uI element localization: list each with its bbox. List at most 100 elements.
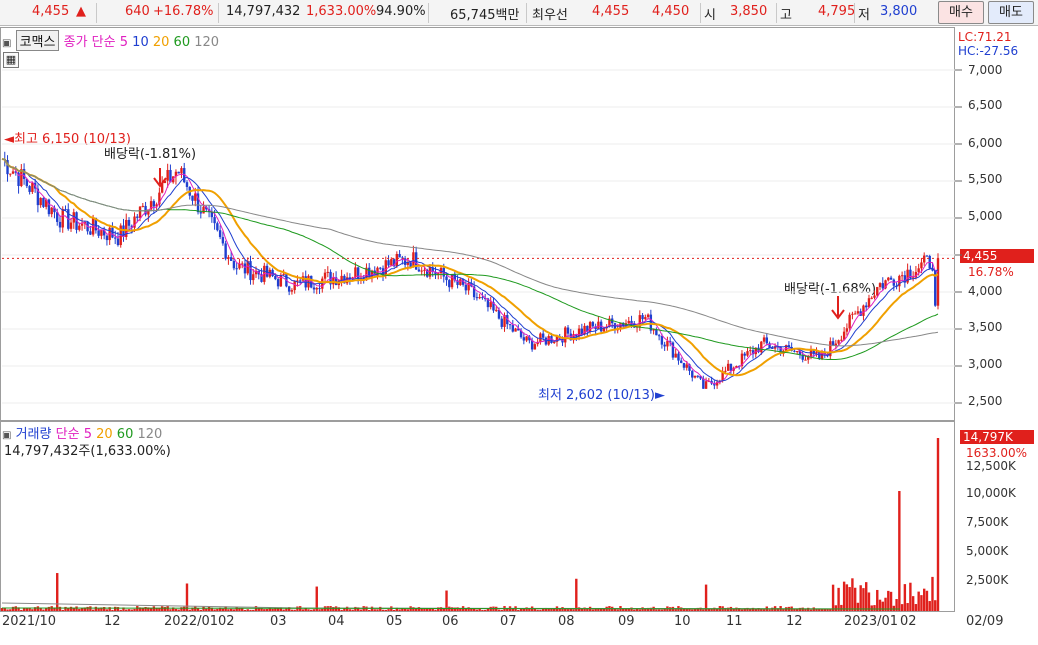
candle [533,344,537,350]
candle [660,335,664,345]
volume-bar [577,607,581,611]
candle [105,235,109,241]
volume-bar [78,609,81,611]
candle [274,276,277,280]
volume-bar [536,609,539,611]
candle [627,320,630,324]
candle [478,297,481,299]
candle [166,169,169,181]
candle [657,335,661,337]
candle [464,284,468,291]
candle [837,340,840,344]
volume-bar [50,606,53,611]
candle [856,311,860,314]
candle [848,314,851,329]
volume-bar [376,609,379,611]
candle [475,297,479,299]
candle [450,274,454,288]
volume-bar [403,608,407,611]
volume-bar [925,590,929,611]
candle [702,378,705,389]
candle [873,295,876,298]
candle [307,275,310,288]
candle [765,337,769,344]
volume-bar [638,609,642,611]
volume-bar [163,607,167,611]
candle [47,199,51,215]
candle [428,267,432,277]
volume-bar [586,609,589,611]
candle [69,222,73,229]
volume-bar [889,591,893,611]
candle [760,341,763,353]
volume-bar [931,576,934,611]
volume-bar [86,606,89,611]
volume-bar [373,609,376,611]
candle [356,267,360,280]
volume-bar [119,609,122,611]
candle [641,315,644,320]
candle [793,350,796,352]
candle [58,221,62,228]
volume-bar [840,604,843,611]
volume-bar [914,604,918,611]
volume-bar [11,606,15,611]
volume-bar [293,609,296,611]
volume-bar [873,605,876,611]
volume-bar [44,608,48,611]
candle [127,219,131,226]
volume-bar [94,606,98,611]
volume-bar [56,573,59,611]
candle [680,360,683,363]
candle [887,277,890,281]
volume-bar [183,606,186,611]
candle [412,252,415,268]
candle [564,327,567,343]
candle [840,339,843,341]
volume-bar [290,609,294,611]
candle [511,325,514,332]
candle [287,286,291,292]
volume-bar [127,609,131,611]
candle [11,171,15,174]
volume-bar [14,606,18,611]
volume-bar [47,606,51,611]
candle [323,272,327,279]
candle [243,263,247,274]
volume-bar [550,608,553,611]
candle [889,277,893,280]
volume-bar [381,609,385,611]
volume-bar [221,608,225,611]
volume-bar [9,609,12,611]
volume-bar [340,609,343,611]
volume-bar [31,609,34,611]
volume-bar [105,609,109,611]
candle [9,173,12,175]
candle [489,302,492,308]
volume-bar [387,609,390,611]
volume-bar [818,609,821,611]
candle [180,168,183,174]
ma5-line [1,158,939,385]
volume-bar [909,582,912,611]
volume-bar [807,607,810,611]
candle [318,288,321,290]
volume-bar [848,587,851,611]
volume-bar [229,608,233,611]
volume-bar [853,587,857,611]
candle [522,337,526,341]
candle [726,363,730,371]
candle [500,318,503,327]
candle [100,229,103,236]
volume-bar [169,609,172,611]
candle [379,267,382,269]
volume-bar [61,609,64,611]
volume-bar [740,609,744,611]
candle [387,260,390,266]
volume-bar [702,609,705,611]
volume-bar [547,608,550,611]
volume-bar [265,609,269,611]
volume-bar [497,609,501,611]
volume-bar [199,609,202,611]
volume-bar [856,602,860,611]
